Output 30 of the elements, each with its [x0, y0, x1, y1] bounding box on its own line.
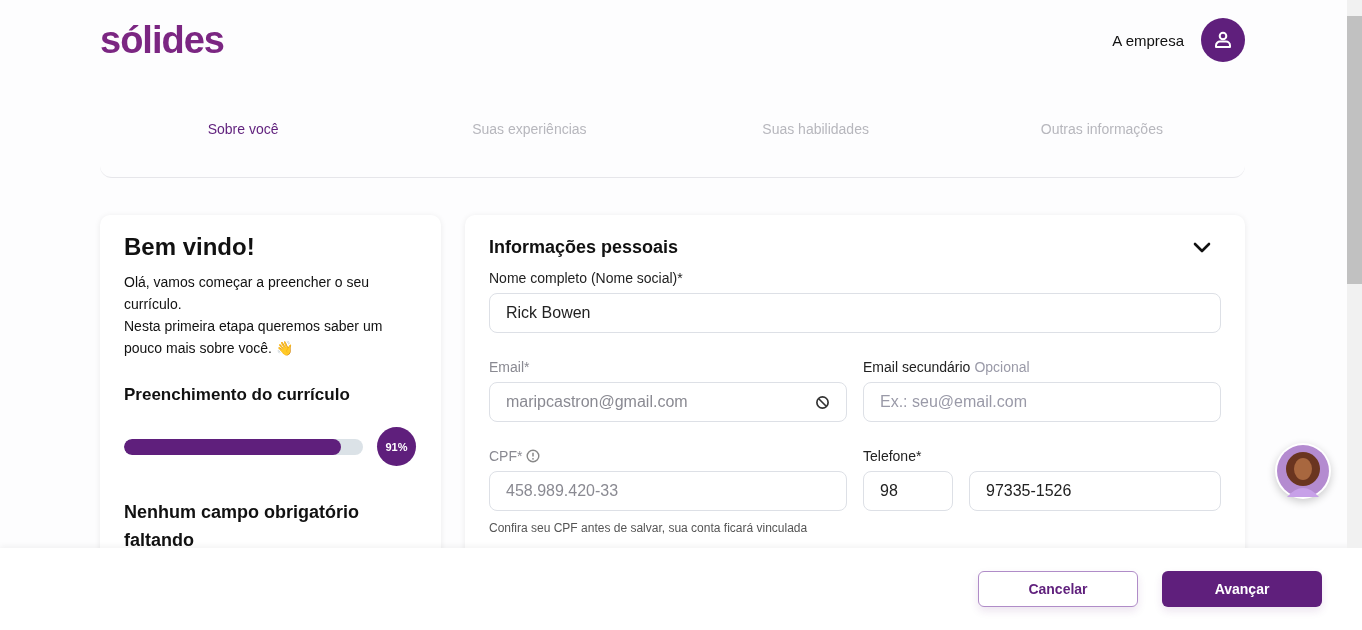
- progress-percentage: 91%: [377, 427, 416, 466]
- welcome-text: Nesta primeira etapa queremos saber um pouco mais sobre você. 👋: [124, 317, 384, 358]
- field-label: Telefone*: [863, 448, 923, 464]
- field-label: CPF*: [489, 448, 523, 464]
- optional-label: Opcional: [974, 359, 1030, 375]
- field-label: Email*: [489, 359, 531, 375]
- info-icon[interactable]: [526, 449, 541, 463]
- name-field[interactable]: Rick Bowen: [489, 293, 1221, 333]
- progress-title: Preenchimento do currículo: [124, 385, 351, 405]
- status-text: Nenhum campo obrigatório faltando: [124, 501, 360, 548]
- welcome-title: Bem vindo!: [124, 233, 256, 261]
- logo: sólides: [100, 18, 224, 62]
- user-avatar-button[interactable]: [1201, 18, 1245, 62]
- welcome-text: Olá, vamos começar a preencher o seu currículo.: [124, 273, 371, 314]
- blocked-icon: [815, 394, 830, 410]
- chevron-icon[interactable]: [1193, 241, 1211, 254]
- step-tab[interactable]: Sobre você: [100, 120, 387, 137]
- footer-button[interactable]: Cancelar: [978, 571, 1138, 607]
- secondary-email-field[interactable]: Ex.: seu@email.com: [863, 382, 1221, 422]
- field-label: Email secundário: [863, 359, 971, 375]
- cpf-hint: Confira seu CPF antes de salvar, sua conta ficará vinculada: [489, 521, 809, 535]
- section-title: Informações pessoais: [489, 237, 679, 258]
- field-label: Nome completo (Nome social)*: [489, 270, 684, 286]
- user-icon: [1214, 31, 1232, 49]
- area-code-field[interactable]: 98: [863, 471, 953, 511]
- footer-button[interactable]: Avançar: [1162, 571, 1322, 607]
- assistant-avatar[interactable]: [1275, 443, 1331, 499]
- scrollbar[interactable]: [1347, 0, 1362, 548]
- company-link[interactable]: A empresa: [1112, 31, 1184, 49]
- phone-field[interactable]: 97335-1526: [969, 471, 1221, 511]
